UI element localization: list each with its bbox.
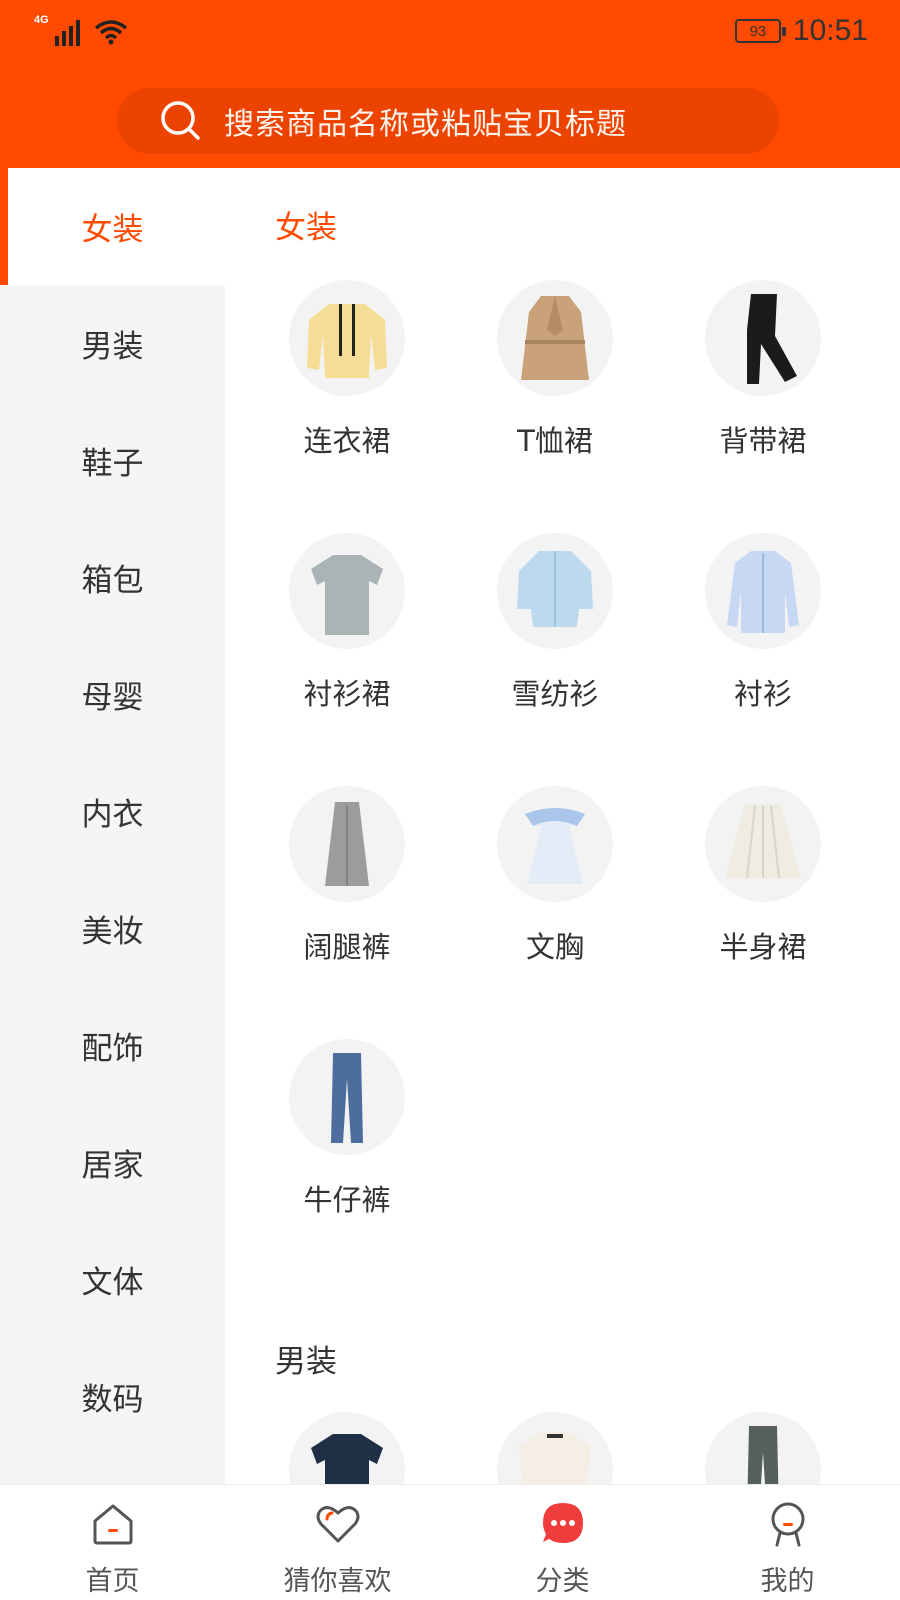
status-bar-left: 4G (34, 14, 128, 46)
yellow-sweater-icon (289, 280, 405, 396)
gray-pants-icon (705, 1412, 821, 1484)
subcategory-item[interactable]: 雪纺衫 (451, 533, 659, 783)
subcategory-item[interactable]: 衬衫 (659, 533, 867, 783)
sidebar-item-sports[interactable]: 文体 (0, 1221, 225, 1338)
gray-skirt-icon (289, 786, 405, 902)
wifi-icon (94, 20, 127, 45)
subcategory-label: 衬衫 (733, 677, 792, 711)
jeans-icon (289, 1039, 405, 1155)
battery-icon: 93 (734, 19, 786, 43)
subcategory-label: 牛仔裤 (303, 1183, 391, 1217)
sidebar-item-digital[interactable]: 数码 (0, 1338, 225, 1455)
category-sidebar: 女装 男装 鞋子 箱包 母婴 内衣 美妆 配饰 居家 文体 数码 (0, 168, 225, 1484)
subcategory-item[interactable] (451, 1412, 659, 1484)
search-bar[interactable]: 搜索商品名称或粘贴宝贝标题 (117, 88, 779, 154)
section-title: 女装 (275, 210, 337, 246)
trench-coat-icon (497, 280, 613, 396)
sidebar-item-underwear[interactable]: 内衣 (0, 753, 225, 870)
sidebar-item-home[interactable]: 居家 (0, 1104, 225, 1221)
category-content: 女装 连衣裙 T恤裙 背带裙 衬衫裙 雪纺衫 衬衫 阔腿裤 文胸 半身裙 牛仔裤… (225, 168, 900, 1484)
subcategory-item[interactable] (659, 1412, 867, 1484)
white-sweater-icon (497, 1412, 613, 1484)
sidebar-item-label: 配饰 (81, 1031, 144, 1067)
subcategory-item[interactable] (243, 1412, 451, 1484)
gray-tshirt-icon (289, 533, 405, 649)
sidebar-item-label: 文体 (81, 1265, 144, 1301)
subcategory-item[interactable]: 连衣裙 (243, 280, 451, 530)
sidebar-item-baby[interactable]: 母婴 (0, 636, 225, 753)
black-leggings-icon (705, 280, 821, 396)
home-icon (93, 1504, 132, 1545)
chiffon-blouse-icon (497, 533, 613, 649)
status-bar-right: 93 10:51 (734, 14, 868, 48)
subcategory-label: 雪纺衫 (511, 677, 599, 711)
subcategory-item[interactable]: 文胸 (451, 786, 659, 1036)
sidebar-item-shoes[interactable]: 鞋子 (0, 402, 225, 519)
navy-tshirt-icon (289, 1412, 405, 1484)
subcategory-label: 文胸 (525, 930, 584, 964)
sidebar-item-label: 内衣 (81, 797, 144, 833)
category-chat-icon (542, 1503, 583, 1543)
signal-icon (54, 18, 80, 46)
subcategory-item[interactable]: T恤裙 (451, 280, 659, 530)
sidebar-item-men[interactable]: 男装 (0, 285, 225, 402)
clock: 10:51 (792, 14, 868, 47)
tab-home[interactable]: 首页 (0, 1485, 225, 1600)
sidebar-item-label: 女装 (81, 212, 144, 248)
sidebar-item-label: 居家 (81, 1148, 144, 1184)
tab-label: 我的 (760, 1566, 815, 1597)
subcategory-item[interactable]: 衬衫裙 (243, 533, 451, 783)
blue-shirt-icon (705, 533, 821, 649)
search-icon (161, 101, 200, 140)
profile-icon (771, 1502, 804, 1547)
sidebar-item-label: 男装 (81, 329, 144, 365)
tab-guess-you-like[interactable]: 猜你喜欢 (225, 1485, 450, 1600)
sidebar-item-bags[interactable]: 箱包 (0, 519, 225, 636)
sidebar-item-label: 数码 (81, 1382, 144, 1418)
subcategory-label: 阔腿裤 (303, 930, 391, 964)
heart-icon (316, 1506, 359, 1543)
sidebar-item-women[interactable]: 女装 (0, 168, 225, 285)
tab-label: 分类 (535, 1566, 590, 1597)
sidebar-item-label: 箱包 (81, 563, 144, 599)
sidebar-item-label: 鞋子 (81, 446, 144, 482)
header-bar: 4G 93 10:51 搜索商品名称或粘贴宝贝标题 (0, 0, 900, 168)
sidebar-item-beauty[interactable]: 美妆 (0, 870, 225, 987)
network-type: 4G (34, 14, 49, 26)
white-dress-icon (497, 786, 613, 902)
subcategory-label: 半身裙 (719, 930, 807, 964)
sidebar-item-label: 美妆 (81, 914, 144, 950)
pleated-skirt-icon (705, 786, 821, 902)
subcategory-item[interactable]: 阔腿裤 (243, 786, 451, 1036)
tab-category[interactable]: 分类 (450, 1485, 675, 1600)
sidebar-item-label: 母婴 (81, 680, 144, 716)
subcategory-label: 背带裙 (719, 424, 807, 458)
search-placeholder: 搜索商品名称或粘贴宝贝标题 (224, 107, 627, 142)
battery-level: 93 (749, 22, 767, 40)
section-title: 男装 (275, 1344, 337, 1380)
tab-profile[interactable]: 我的 (675, 1485, 900, 1600)
tab-label: 首页 (85, 1566, 140, 1597)
subcategory-item[interactable]: 背带裙 (659, 280, 867, 530)
sidebar-item-accessories[interactable]: 配饰 (0, 987, 225, 1104)
tab-label: 猜你喜欢 (283, 1566, 392, 1597)
subcategory-item[interactable]: 半身裙 (659, 786, 867, 1036)
subcategory-label: 衬衫裙 (303, 677, 391, 711)
subcategory-label: T恤裙 (517, 424, 593, 458)
subcategory-item[interactable]: 牛仔裤 (243, 1039, 451, 1289)
subcategory-label: 连衣裙 (303, 424, 391, 458)
bottom-tab-bar: 首页 猜你喜欢 分类 我的 (0, 1484, 900, 1600)
